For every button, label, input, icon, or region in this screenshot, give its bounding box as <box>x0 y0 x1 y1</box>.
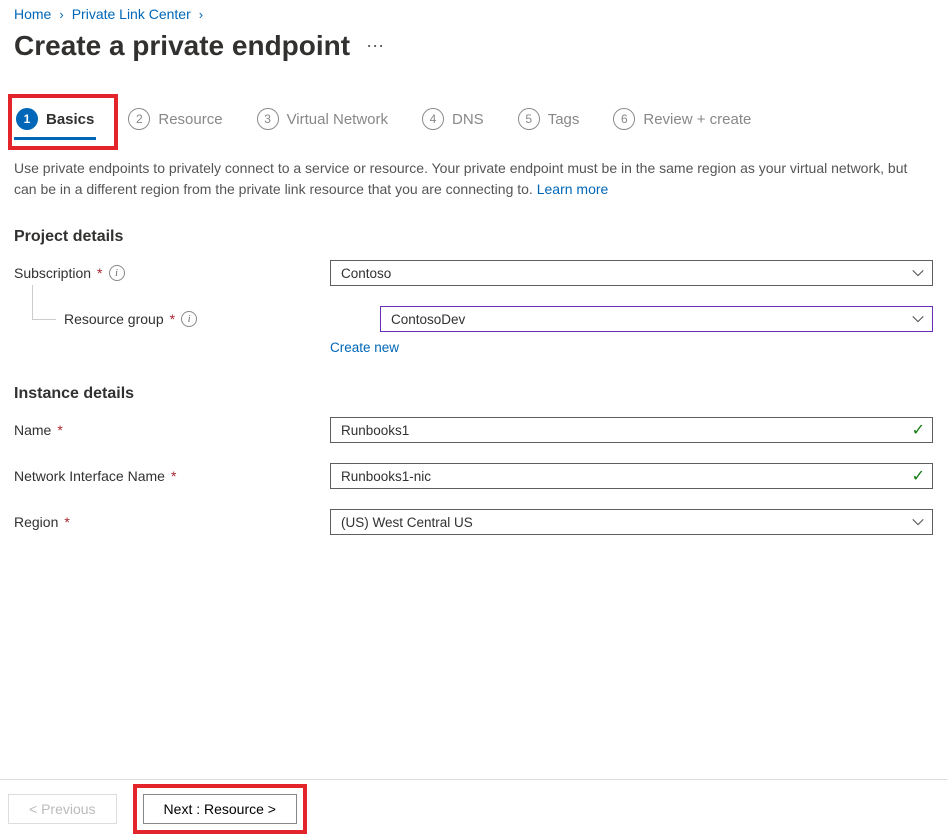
tab-review-create[interactable]: 6 Review + create <box>611 102 753 140</box>
region-select[interactable] <box>330 509 933 535</box>
tab-label: DNS <box>452 111 484 128</box>
step-number-icon: 4 <box>422 108 444 130</box>
info-icon[interactable]: i <box>109 265 125 281</box>
previous-button: < Previous <box>8 794 117 824</box>
section-instance-details: Instance details <box>14 385 933 403</box>
learn-more-link[interactable]: Learn more <box>537 181 609 197</box>
tab-label: Virtual Network <box>287 111 388 128</box>
tab-basics[interactable]: 1 Basics <box>14 102 96 140</box>
checkmark-icon: ✓ <box>912 466 925 486</box>
label-text: Network Interface Name <box>14 468 165 484</box>
section-project-details: Project details <box>14 228 933 246</box>
network-interface-name-input[interactable] <box>330 463 933 489</box>
label-subscription: Subscription * i <box>14 265 330 281</box>
label-name: Name * <box>14 422 330 438</box>
resource-group-select[interactable] <box>380 306 933 332</box>
breadcrumb: Home › Private Link Center › <box>14 6 933 22</box>
label-text: Resource group <box>64 311 164 327</box>
create-new-resource-group-link[interactable]: Create new <box>330 340 399 355</box>
tab-label: Basics <box>46 111 94 128</box>
step-number-icon: 6 <box>613 108 635 130</box>
info-icon[interactable]: i <box>181 311 197 327</box>
page-title: Create a private endpoint <box>14 30 350 62</box>
breadcrumb-home[interactable]: Home <box>14 6 51 22</box>
tab-label: Resource <box>158 111 222 128</box>
chevron-right-icon: › <box>59 7 63 22</box>
wizard-footer: < Previous Next : Resource > <box>0 779 947 838</box>
tab-label: Review + create <box>643 111 751 128</box>
required-asterisk-icon: * <box>64 514 69 530</box>
required-asterisk-icon: * <box>170 311 175 327</box>
tab-label: Tags <box>548 111 580 128</box>
subscription-select[interactable] <box>330 260 933 286</box>
tab-description: Use private endpoints to privately conne… <box>14 158 933 200</box>
label-resource-group: Resource group * i <box>14 311 380 327</box>
description-text: Use private endpoints to privately conne… <box>14 160 907 197</box>
label-text: Region <box>14 514 58 530</box>
label-text: Subscription <box>14 265 91 281</box>
required-asterisk-icon: * <box>97 265 102 281</box>
label-network-interface-name: Network Interface Name * <box>14 468 330 484</box>
required-asterisk-icon: * <box>57 422 62 438</box>
required-asterisk-icon: * <box>171 468 176 484</box>
chevron-right-icon: › <box>199 7 203 22</box>
tab-resource[interactable]: 2 Resource <box>126 102 224 140</box>
tab-tags[interactable]: 5 Tags <box>516 102 582 140</box>
name-input[interactable] <box>330 417 933 443</box>
wizard-tabs: 1 Basics 2 Resource 3 Virtual Network 4 … <box>14 102 933 140</box>
tab-dns[interactable]: 4 DNS <box>420 102 486 140</box>
checkmark-icon: ✓ <box>912 420 925 440</box>
step-number-icon: 5 <box>518 108 540 130</box>
step-number-icon: 3 <box>257 108 279 130</box>
label-text: Name <box>14 422 51 438</box>
step-number-icon: 1 <box>16 108 38 130</box>
tab-virtual-network[interactable]: 3 Virtual Network <box>255 102 390 140</box>
next-button[interactable]: Next : Resource > <box>143 794 297 824</box>
step-number-icon: 2 <box>128 108 150 130</box>
label-region: Region * <box>14 514 330 530</box>
breadcrumb-private-link-center[interactable]: Private Link Center <box>72 6 191 22</box>
more-actions-icon[interactable]: ⋯ <box>366 36 386 57</box>
